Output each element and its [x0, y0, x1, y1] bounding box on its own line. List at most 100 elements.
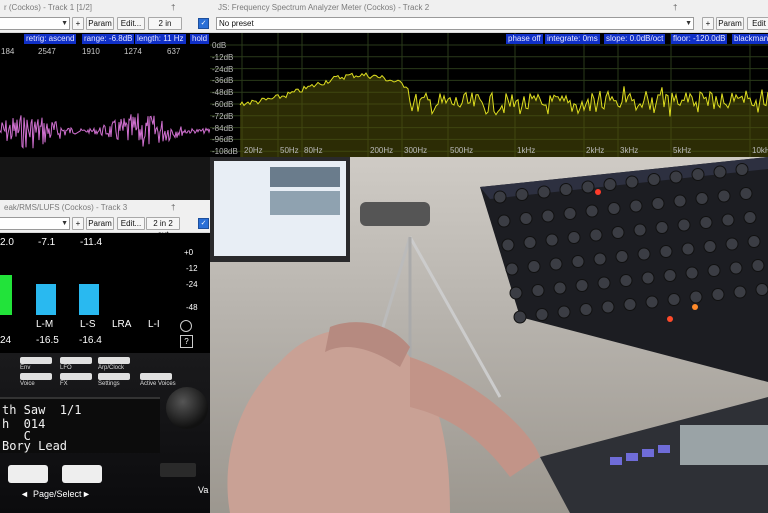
page-button-left[interactable] [8, 465, 48, 483]
synth-button-fx[interactable] [60, 373, 92, 380]
freq-label: 20Hz [244, 146, 263, 155]
add-preset-button[interactable]: + [72, 17, 84, 30]
bypass-checkbox[interactable]: ✓ [198, 218, 209, 229]
info-icon[interactable] [180, 320, 192, 332]
preset-dropdown[interactable]: ▼ [0, 217, 70, 230]
synth-knob [567, 231, 581, 244]
freq-label: 1kHz [517, 146, 536, 155]
param-button[interactable]: Param [86, 217, 114, 230]
synth-button-label: Voice [20, 381, 35, 387]
synth-knob [557, 305, 571, 319]
synth-knob [593, 252, 607, 266]
meter-bar-blue2 [79, 284, 99, 315]
synth-knob [501, 238, 515, 252]
synth-knob [721, 213, 735, 227]
synth-knob [755, 283, 768, 296]
synth-knob [601, 300, 615, 314]
spectrum-analyzer-window: JS: Frequency Spectrum Analyzer Meter (C… [210, 0, 768, 157]
status-integrate[interactable]: integrate: 0ms [545, 34, 600, 44]
synth-knob [751, 259, 765, 272]
edit-button[interactable]: Edit... [117, 17, 145, 30]
page-select-left-arrow: ◄ [20, 489, 29, 499]
analyzer-plot: retrig: ascend range: -6.8dB length: 11 … [0, 33, 210, 157]
synth-display: th Saw 1/1 h 014 C Bory Lead [0, 397, 160, 453]
led-indicator [667, 316, 673, 322]
add-preset-button[interactable]: + [72, 217, 84, 230]
synth-knob [515, 188, 529, 201]
synth-knob [669, 170, 683, 184]
db-label: 0dB [212, 41, 227, 50]
pin-icon[interactable]: † [171, 203, 175, 212]
pin-icon[interactable]: † [171, 3, 175, 12]
synth-knob [699, 216, 713, 229]
led-indicator [595, 189, 601, 195]
param-button[interactable]: Param [716, 17, 744, 30]
synth-knob [673, 194, 687, 208]
chevron-down-icon: ▼ [61, 20, 68, 27]
page-button-right[interactable] [62, 465, 102, 483]
synth-knob [659, 245, 673, 258]
preset-dropdown[interactable]: No preset ▼ [216, 17, 694, 30]
synth-knob [663, 269, 677, 282]
synth-knob [739, 187, 753, 200]
meter-label-lm: L-M [36, 319, 54, 330]
meter-label-lra: LRA [112, 319, 132, 330]
peak-value: 2.0 [0, 237, 14, 248]
synth-knob [733, 285, 747, 299]
synth-knob [589, 228, 603, 242]
synth-knob [647, 173, 661, 186]
pad-button [642, 449, 654, 457]
synth-knob [597, 276, 611, 290]
help-button[interactable]: ? [180, 335, 193, 348]
synth-knob [545, 233, 559, 247]
status-window[interactable]: blackman [732, 34, 768, 44]
synth-knob [497, 214, 511, 228]
add-preset-button[interactable]: + [702, 17, 714, 30]
freq-label: 3kHz [620, 146, 639, 155]
synth-button-lfo[interactable] [60, 357, 92, 364]
db-label: -84dB [212, 123, 234, 133]
synth-knob [607, 202, 621, 215]
pad-button [610, 457, 622, 465]
synth-button-settings[interactable] [98, 373, 130, 380]
plugin-toolbar: ▼ + Param Edit... 2 in ✓ [0, 15, 210, 33]
db-label: -60dB [212, 100, 234, 109]
routing-button[interactable]: 2 in [148, 17, 182, 30]
synth-knob [571, 255, 585, 268]
aux-button[interactable] [160, 463, 196, 477]
freq-label: 10kHz [752, 146, 768, 155]
status-floor[interactable]: floor: -120.0dB [671, 34, 728, 44]
encoder-knob[interactable] [166, 387, 208, 429]
window-title: r (Cockos) - Track 1 [1/2] [0, 0, 210, 15]
synth-button-active-voices[interactable] [140, 373, 172, 380]
status-slope[interactable]: slope: 0.0dB/oct [604, 34, 666, 44]
synth-button-label: Env [20, 365, 31, 371]
edit-button[interactable]: Edit... [117, 217, 145, 230]
synth-button-voice[interactable] [20, 373, 52, 380]
synth-knob [685, 266, 699, 280]
preset-dropdown[interactable]: ▼ [0, 17, 70, 30]
synth-knob [541, 209, 555, 223]
bottom-value: -16.4 [79, 335, 102, 346]
edit-button[interactable]: Edit [747, 17, 768, 30]
synth-button-label: Settings [98, 381, 120, 387]
bypass-checkbox[interactable]: ✓ [198, 18, 209, 29]
status-phase[interactable]: phase off [506, 34, 543, 44]
synth-button-env[interactable] [20, 357, 52, 364]
pin-icon[interactable]: † [673, 3, 677, 12]
freq-label: 500Hz [450, 146, 474, 155]
studio-scene [210, 157, 768, 513]
routing-button[interactable]: 2 in 2 out [146, 217, 180, 239]
synth-knob [691, 168, 705, 181]
synth-knob [563, 207, 577, 220]
loudness-meter-window: eak/RMS/LUFS (Cockos) - Track 3 † ▼ + Pa… [0, 200, 210, 353]
param-button[interactable]: Param [86, 17, 114, 30]
synth-knob [743, 211, 757, 224]
plugin-window-track1: r (Cockos) - Track 1 [1/2] † ▼ + Param E… [0, 0, 210, 157]
synth-knob [735, 163, 749, 176]
synth-knob [581, 180, 595, 194]
plugin-toolbar: No preset ▼ + Param Edit [210, 15, 768, 33]
synth-button-arp-clock[interactable] [98, 357, 130, 364]
synth-knob [537, 185, 551, 199]
studio-photo [210, 157, 768, 513]
